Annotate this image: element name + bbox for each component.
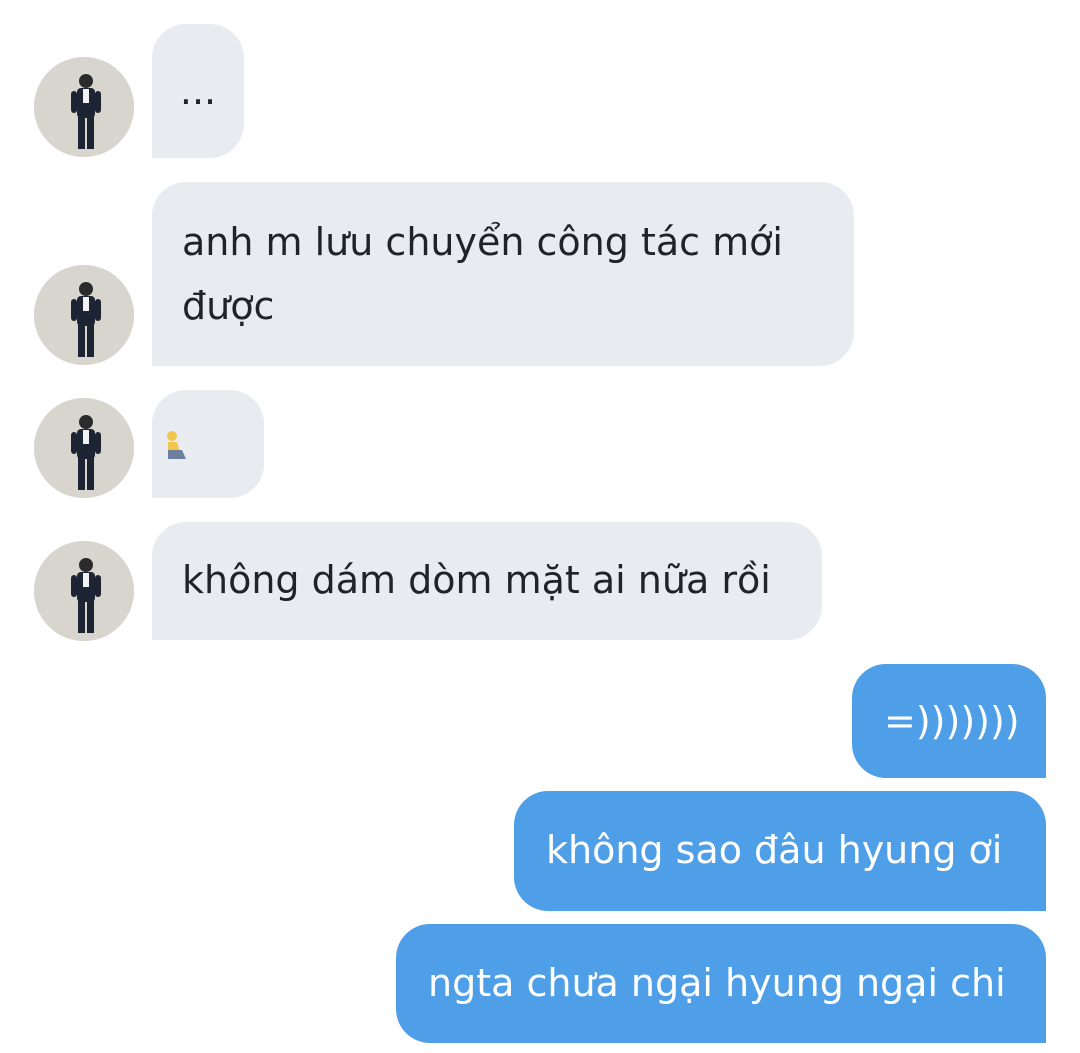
contact-avatar[interactable] — [34, 541, 134, 641]
message-bubble-incoming[interactable]: không dám dòm mặt ai nữa rồi — [152, 522, 822, 640]
message-bubble-incoming[interactable]: anh m lưu chuyển công tác mới được — [152, 182, 854, 366]
message-bubble-outgoing[interactable]: =))))))) — [852, 664, 1046, 778]
contact-avatar[interactable] — [34, 57, 134, 157]
message-text: không dám dòm mặt ai nữa rồi — [182, 558, 771, 602]
message-text: ... — [179, 69, 217, 113]
contact-avatar[interactable] — [34, 398, 134, 498]
message-bubble-outgoing[interactable]: ngta chưa ngại hyung ngại chi — [396, 924, 1046, 1043]
message-bubble-incoming[interactable] — [152, 390, 264, 498]
message-bubble-incoming[interactable]: ... — [152, 24, 244, 158]
contact-avatar[interactable] — [34, 265, 134, 365]
message-text: anh m lưu chuyển công tác mới được — [182, 220, 783, 328]
message-text: =))))))) — [884, 699, 1020, 743]
chat-thread: ... anh m lưu chuyển công tác mới được k… — [0, 0, 1080, 1053]
message-text: không sao đâu hyung ơi — [546, 828, 1003, 872]
message-text: ngta chưa ngại hyung ngại chi — [428, 961, 1006, 1005]
message-bubble-outgoing[interactable]: không sao đâu hyung ơi — [514, 791, 1046, 911]
person-kneeling-icon — [167, 431, 186, 459]
